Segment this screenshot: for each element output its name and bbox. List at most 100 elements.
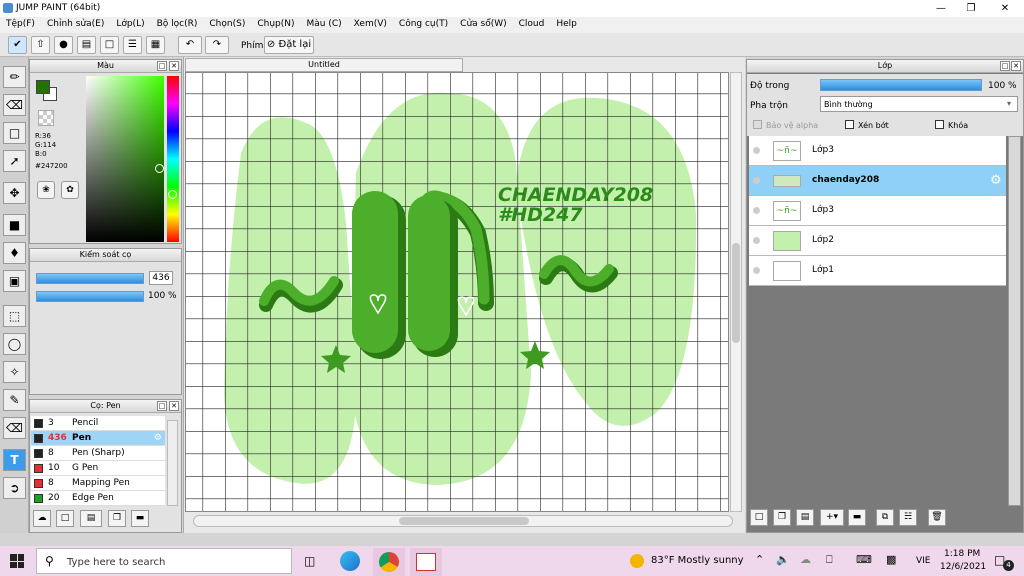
layer-menu-icon[interactable]: ▤	[796, 509, 814, 526]
weather-text[interactable]: 83°F Mostly sunny	[651, 555, 744, 566]
brush-item[interactable]: 8 Pen (Sharp)	[31, 446, 165, 461]
select-rect-icon[interactable]: ⬚	[3, 305, 26, 327]
menu-capture[interactable]: Chụp(N)	[251, 17, 300, 33]
clip-checkbox[interactable]	[845, 120, 854, 129]
panel-close-icon[interactable]: ✕	[169, 61, 179, 71]
chrome-taskbar-button[interactable]	[373, 548, 405, 576]
brush-list-scrollbar[interactable]	[167, 420, 178, 506]
menu-select[interactable]: Chọn(S)	[203, 17, 251, 33]
brush-opacity-slider[interactable]	[36, 291, 144, 302]
layer-list-scrollbar[interactable]	[1008, 136, 1021, 506]
eyedropper-tool-icon[interactable]: ➲	[3, 477, 26, 499]
export-icon[interactable]: ⇧	[31, 36, 50, 54]
menu-help[interactable]: Help	[550, 17, 583, 33]
clock-time[interactable]: 1:18 PM	[944, 549, 980, 559]
line-tool-icon[interactable]: ➚	[3, 150, 26, 172]
message-icon[interactable]: ▤	[77, 36, 96, 54]
taskbar-search-box[interactable]: ⚲ Type here to search	[36, 548, 292, 574]
menu-file[interactable]: Tệp(F)	[0, 17, 41, 33]
brush-menu-icon[interactable]: ▤	[80, 510, 102, 527]
saturation-value-picker[interactable]	[86, 76, 164, 242]
menu-edit[interactable]: Chỉnh sửa(E)	[41, 17, 110, 33]
menu-view[interactable]: Xem(V)	[348, 17, 393, 33]
delete-layer-icon[interactable]: 🗑	[928, 509, 946, 526]
new-brush-icon[interactable]: □	[56, 510, 74, 527]
merge-layer-icon[interactable]: ☵	[899, 509, 917, 526]
panel-close-icon[interactable]: ✕	[169, 401, 179, 411]
new-layer-icon[interactable]: □	[750, 509, 768, 526]
windows-start-icon[interactable]	[10, 554, 24, 568]
copy-layer-icon[interactable]: ❐	[773, 509, 791, 526]
select-eraser-icon[interactable]: ⌫	[3, 417, 26, 439]
palette-edit-icon[interactable]: ✿	[61, 181, 79, 199]
visibility-icon[interactable]	[753, 147, 760, 154]
menu-window[interactable]: Cửa sổ(W)	[454, 17, 512, 33]
brush-size-slider[interactable]	[36, 273, 144, 284]
lock-checkbox[interactable]	[935, 120, 944, 129]
layer-row[interactable]: Lớp1	[749, 256, 1006, 286]
list-icon[interactable]: ☰	[123, 36, 142, 54]
layer-opacity-slider[interactable]	[820, 79, 982, 91]
lasso-icon[interactable]: ◯	[3, 333, 26, 355]
visibility-icon[interactable]	[753, 207, 760, 214]
edge-browser-icon[interactable]	[340, 551, 360, 571]
minimize-button[interactable]: —	[926, 1, 956, 16]
gear-icon[interactable]: ⚙	[990, 173, 1002, 188]
comment-icon[interactable]: ●	[54, 36, 73, 54]
visibility-icon[interactable]	[753, 267, 760, 274]
scroll-thumb[interactable]	[732, 243, 740, 343]
keyboard-icon[interactable]: ⌨	[856, 553, 872, 566]
display-icon[interactable]: ▩	[886, 553, 896, 566]
visibility-icon[interactable]	[753, 237, 760, 244]
maximize-button[interactable]: ❐	[956, 1, 986, 16]
clock-date[interactable]: 12/6/2021	[940, 562, 986, 572]
foreground-color-swatch[interactable]	[36, 80, 50, 94]
chevron-up-icon[interactable]: ⌃	[755, 553, 764, 566]
duplicate-icon[interactable]: ⧉	[876, 509, 894, 526]
undo-icon[interactable]: ↶	[178, 36, 202, 54]
canvas[interactable]: CHAENDAY208 #HD247	[185, 72, 729, 512]
copy-brush-icon[interactable]: ❐	[108, 510, 126, 527]
redo-icon[interactable]: ↷	[205, 36, 229, 54]
menu-color[interactable]: Màu (C)	[301, 17, 348, 33]
brush-item[interactable]: 8 Mapping Pen	[31, 476, 165, 491]
panel-close-icon[interactable]: ✕	[1011, 61, 1021, 71]
canvas-horizontal-scrollbar[interactable]	[193, 515, 733, 527]
move-tool-icon[interactable]: ✥	[3, 182, 26, 204]
folder-icon[interactable]: ▬	[848, 509, 866, 526]
reset-button[interactable]: ⊘ Đặt lại	[264, 36, 314, 54]
close-button[interactable]: ✕	[990, 1, 1020, 16]
rectangle-tool-icon[interactable]: □	[3, 122, 26, 144]
onedrive-icon[interactable]: ☁	[800, 553, 811, 566]
panel-float-icon[interactable]: □	[1000, 61, 1010, 71]
magic-wand-icon[interactable]: ✧	[3, 361, 26, 383]
brush-tool-icon[interactable]: ✏	[3, 66, 26, 88]
folder-icon[interactable]: ▬	[131, 510, 149, 527]
hue-slider[interactable]	[167, 76, 179, 242]
brush-item-selected[interactable]: 436 Pen ⚙	[31, 431, 165, 446]
menu-tools[interactable]: Công cụ(T)	[393, 17, 454, 33]
layer-row-selected[interactable]: chaenday208 ⚙	[749, 166, 1006, 196]
protect-alpha-checkbox[interactable]	[753, 120, 762, 129]
menu-cloud[interactable]: Cloud	[513, 17, 551, 33]
volume-icon[interactable]: 🔈	[776, 553, 790, 566]
panel-float-icon[interactable]: □	[157, 61, 167, 71]
scroll-thumb[interactable]	[399, 517, 529, 525]
menu-layer[interactable]: Lớp(L)	[110, 17, 150, 33]
check-icon[interactable]: ✔	[8, 36, 27, 54]
brush-item[interactable]: 10 G Pen	[31, 461, 165, 476]
brush-item[interactable]: 3 Pencil	[31, 416, 165, 431]
eraser-tool-icon[interactable]: ⌫	[3, 94, 26, 116]
bucket-tool-icon[interactable]: ♦	[3, 242, 26, 264]
layer-row[interactable]: ~ñ~ Lớp3	[749, 196, 1006, 226]
language-indicator[interactable]: VIE	[916, 556, 931, 566]
task-view-icon[interactable]: ◫	[304, 554, 315, 568]
canvas-vertical-scrollbar[interactable]	[730, 72, 742, 512]
canvas-tab[interactable]: Untitled	[185, 58, 463, 72]
network-icon[interactable]: ⎕	[826, 553, 833, 567]
gear-icon[interactable]: ⚙	[154, 433, 162, 443]
add-layer-dropdown-icon[interactable]: +▾	[820, 509, 844, 526]
palette-icon[interactable]: ❀	[37, 181, 55, 199]
brush-item[interactable]: 20 Edge Pen	[31, 491, 165, 506]
transparent-color-swatch[interactable]	[38, 110, 54, 126]
